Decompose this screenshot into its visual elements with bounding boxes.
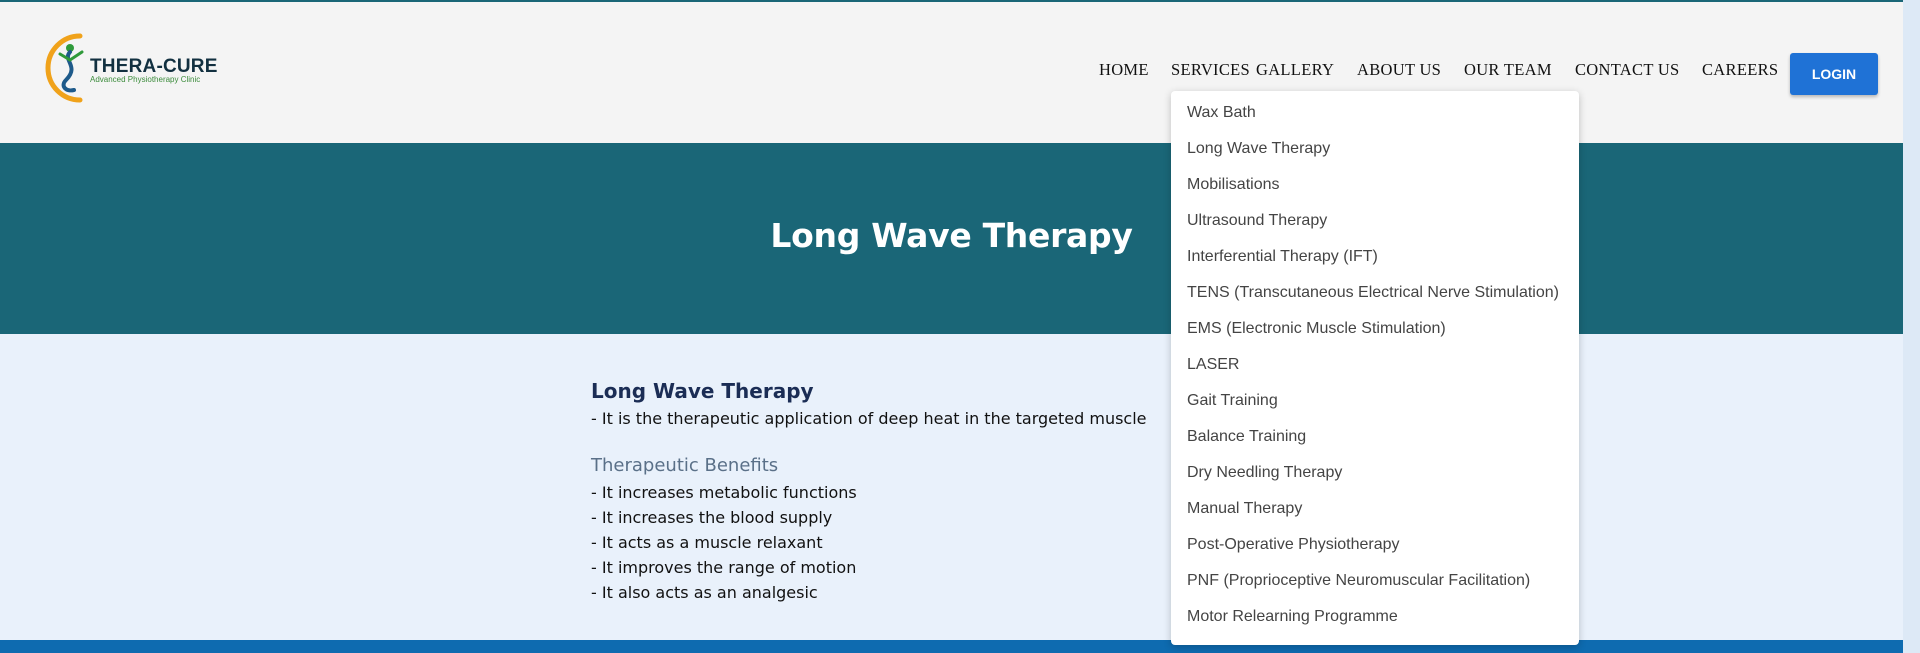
nav-careers[interactable]: CAREERS: [1702, 60, 1778, 80]
service-long-wave-therapy[interactable]: Long Wave Therapy: [1187, 131, 1330, 167]
service-manual-therapy[interactable]: Manual Therapy: [1187, 491, 1302, 527]
service-ift[interactable]: Interferential Therapy (IFT): [1187, 239, 1378, 275]
logo[interactable]: THERA-CURE Advanced Physiotherapy Clinic: [40, 30, 220, 110]
footer-bar: [0, 640, 1903, 653]
login-button[interactable]: LOGIN: [1790, 53, 1878, 95]
service-ultrasound-therapy[interactable]: Ultrasound Therapy: [1187, 203, 1327, 239]
nav-about-us[interactable]: ABOUT US: [1357, 60, 1441, 80]
service-ems[interactable]: EMS (Electronic Muscle Stimulation): [1187, 311, 1446, 347]
service-post-operative[interactable]: Post-Operative Physiotherapy: [1187, 527, 1400, 563]
nav-services[interactable]: SERVICES: [1171, 60, 1250, 80]
services-dropdown: Wax Bath Long Wave Therapy Mobilisations…: [1171, 91, 1579, 645]
service-dry-needling[interactable]: Dry Needling Therapy: [1187, 455, 1342, 491]
hero-banner: Long Wave Therapy: [0, 143, 1903, 334]
site-header: THERA-CURE Advanced Physiotherapy Clinic…: [0, 2, 1903, 143]
logo-tagline: Advanced Physiotherapy Clinic: [90, 75, 201, 84]
scrollbar-track[interactable]: [1903, 0, 1920, 653]
page-title: Long Wave Therapy: [770, 216, 1133, 255]
service-motor-relearning[interactable]: Motor Relearning Programme: [1187, 599, 1398, 635]
nav-home[interactable]: HOME: [1099, 60, 1149, 80]
service-pnf[interactable]: PNF (Proprioceptive Neuromuscular Facili…: [1187, 563, 1530, 599]
nav-contact-us[interactable]: CONTACT US: [1575, 60, 1680, 80]
service-mobilisations[interactable]: Mobilisations: [1187, 167, 1279, 203]
service-laser[interactable]: LASER: [1187, 347, 1239, 383]
service-balance-training[interactable]: Balance Training: [1187, 419, 1306, 455]
nav-gallery[interactable]: GALLERY: [1256, 60, 1334, 80]
nav-our-team[interactable]: OUR TEAM: [1464, 60, 1552, 80]
service-tens[interactable]: TENS (Transcutaneous Electrical Nerve St…: [1187, 275, 1559, 311]
service-wax-bath[interactable]: Wax Bath: [1187, 95, 1256, 131]
service-gait-training[interactable]: Gait Training: [1187, 383, 1278, 419]
